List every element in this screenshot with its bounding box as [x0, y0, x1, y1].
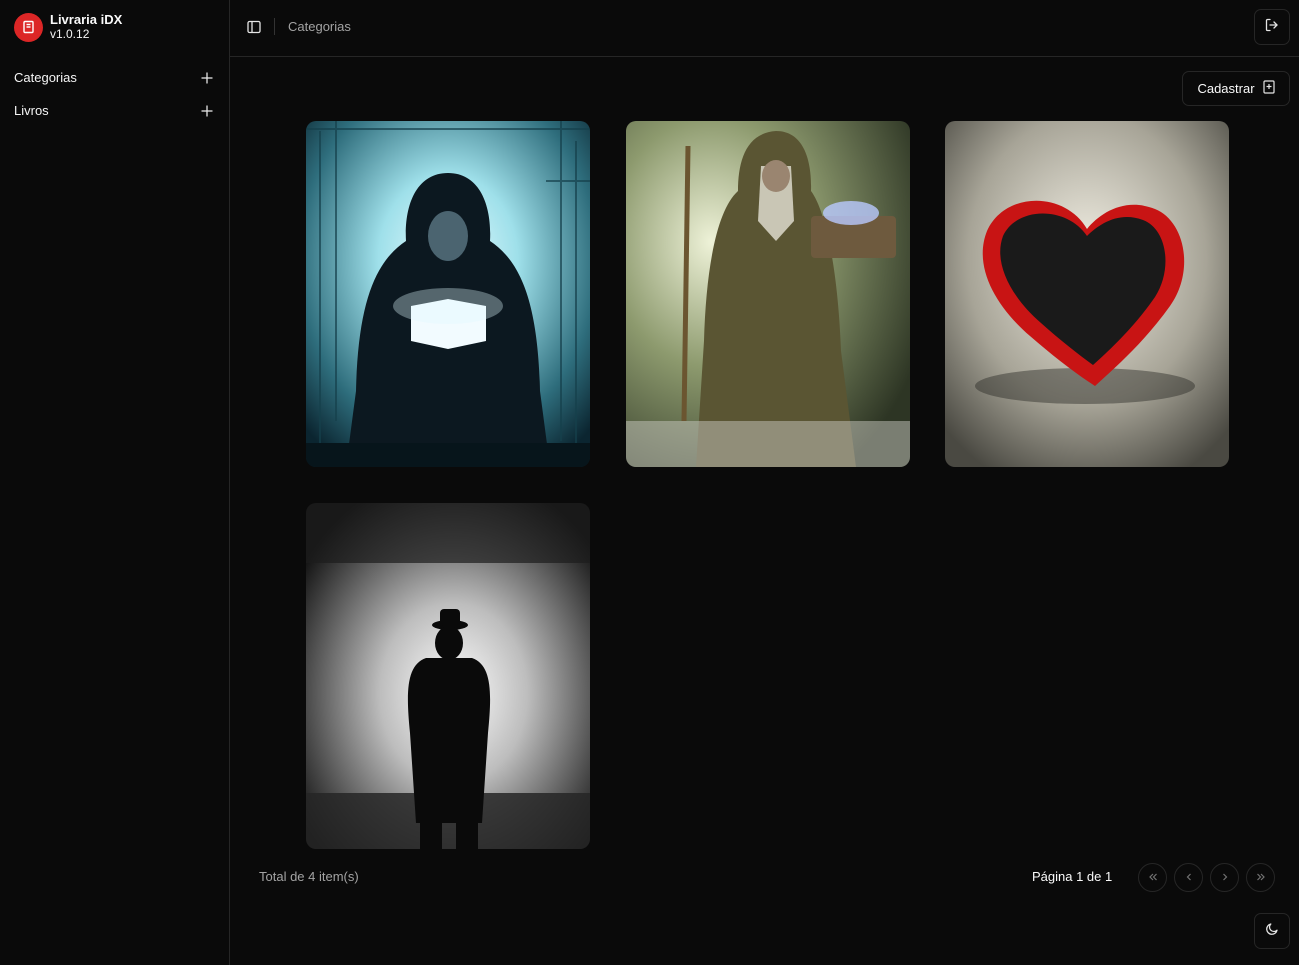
heart-box-image [945, 121, 1229, 467]
book-plus-icon [1262, 80, 1275, 97]
sidebar-item-categorias[interactable]: Categorias [0, 61, 229, 94]
book-logo-icon [14, 12, 43, 42]
next-page-button[interactable] [1210, 863, 1239, 892]
category-card[interactable] [306, 503, 590, 849]
moon-icon [1265, 922, 1279, 941]
category-card[interactable] [626, 121, 910, 467]
category-card[interactable] [306, 121, 590, 467]
theme-toggle-button[interactable] [1254, 913, 1290, 949]
prev-page-button[interactable] [1174, 863, 1203, 892]
total-items: Total de 4 item(s) [259, 869, 359, 884]
chevrons-left-icon [1148, 869, 1158, 887]
breadcrumb: Categorias [288, 19, 351, 34]
header-divider [274, 18, 275, 35]
sidebar-item-label: Livros [14, 103, 49, 118]
last-page-button[interactable] [1246, 863, 1275, 892]
chevron-left-icon [1184, 869, 1194, 887]
plus-icon[interactable] [199, 103, 215, 119]
sidebar: Livraria iDX v1.0.12 Categorias Livros [0, 0, 230, 965]
page-info: Página 1 de 1 [1032, 869, 1113, 884]
logout-button[interactable] [1254, 9, 1290, 45]
plus-icon[interactable] [199, 70, 215, 86]
app-version: v1.0.12 [50, 27, 90, 41]
cadastrar-label: Cadastrar [1197, 81, 1255, 96]
app-root: Livraria iDX v1.0.12 Categorias Livros C… [0, 0, 1299, 965]
sidebar-toggle-icon[interactable] [244, 17, 264, 37]
wizard-with-staff-image [626, 121, 910, 467]
sidebar-item-livros[interactable]: Livros [0, 94, 229, 127]
chevron-right-icon [1220, 869, 1230, 887]
silhouette-in-fog-image [306, 503, 590, 849]
chevrons-right-icon [1256, 869, 1266, 887]
sidebar-item-label: Categorias [14, 70, 77, 85]
cadastrar-button[interactable]: Cadastrar [1182, 71, 1290, 106]
logout-icon [1265, 18, 1279, 37]
top-header: Categorias [230, 0, 1299, 57]
app-name: Livraria iDX [50, 12, 123, 27]
hooded-figure-reading-image [306, 121, 590, 467]
first-page-button[interactable] [1138, 863, 1167, 892]
brand[interactable]: Livraria iDX v1.0.12 [14, 12, 122, 42]
category-card[interactable] [945, 121, 1229, 467]
sidebar-nav: Categorias Livros [0, 61, 229, 127]
